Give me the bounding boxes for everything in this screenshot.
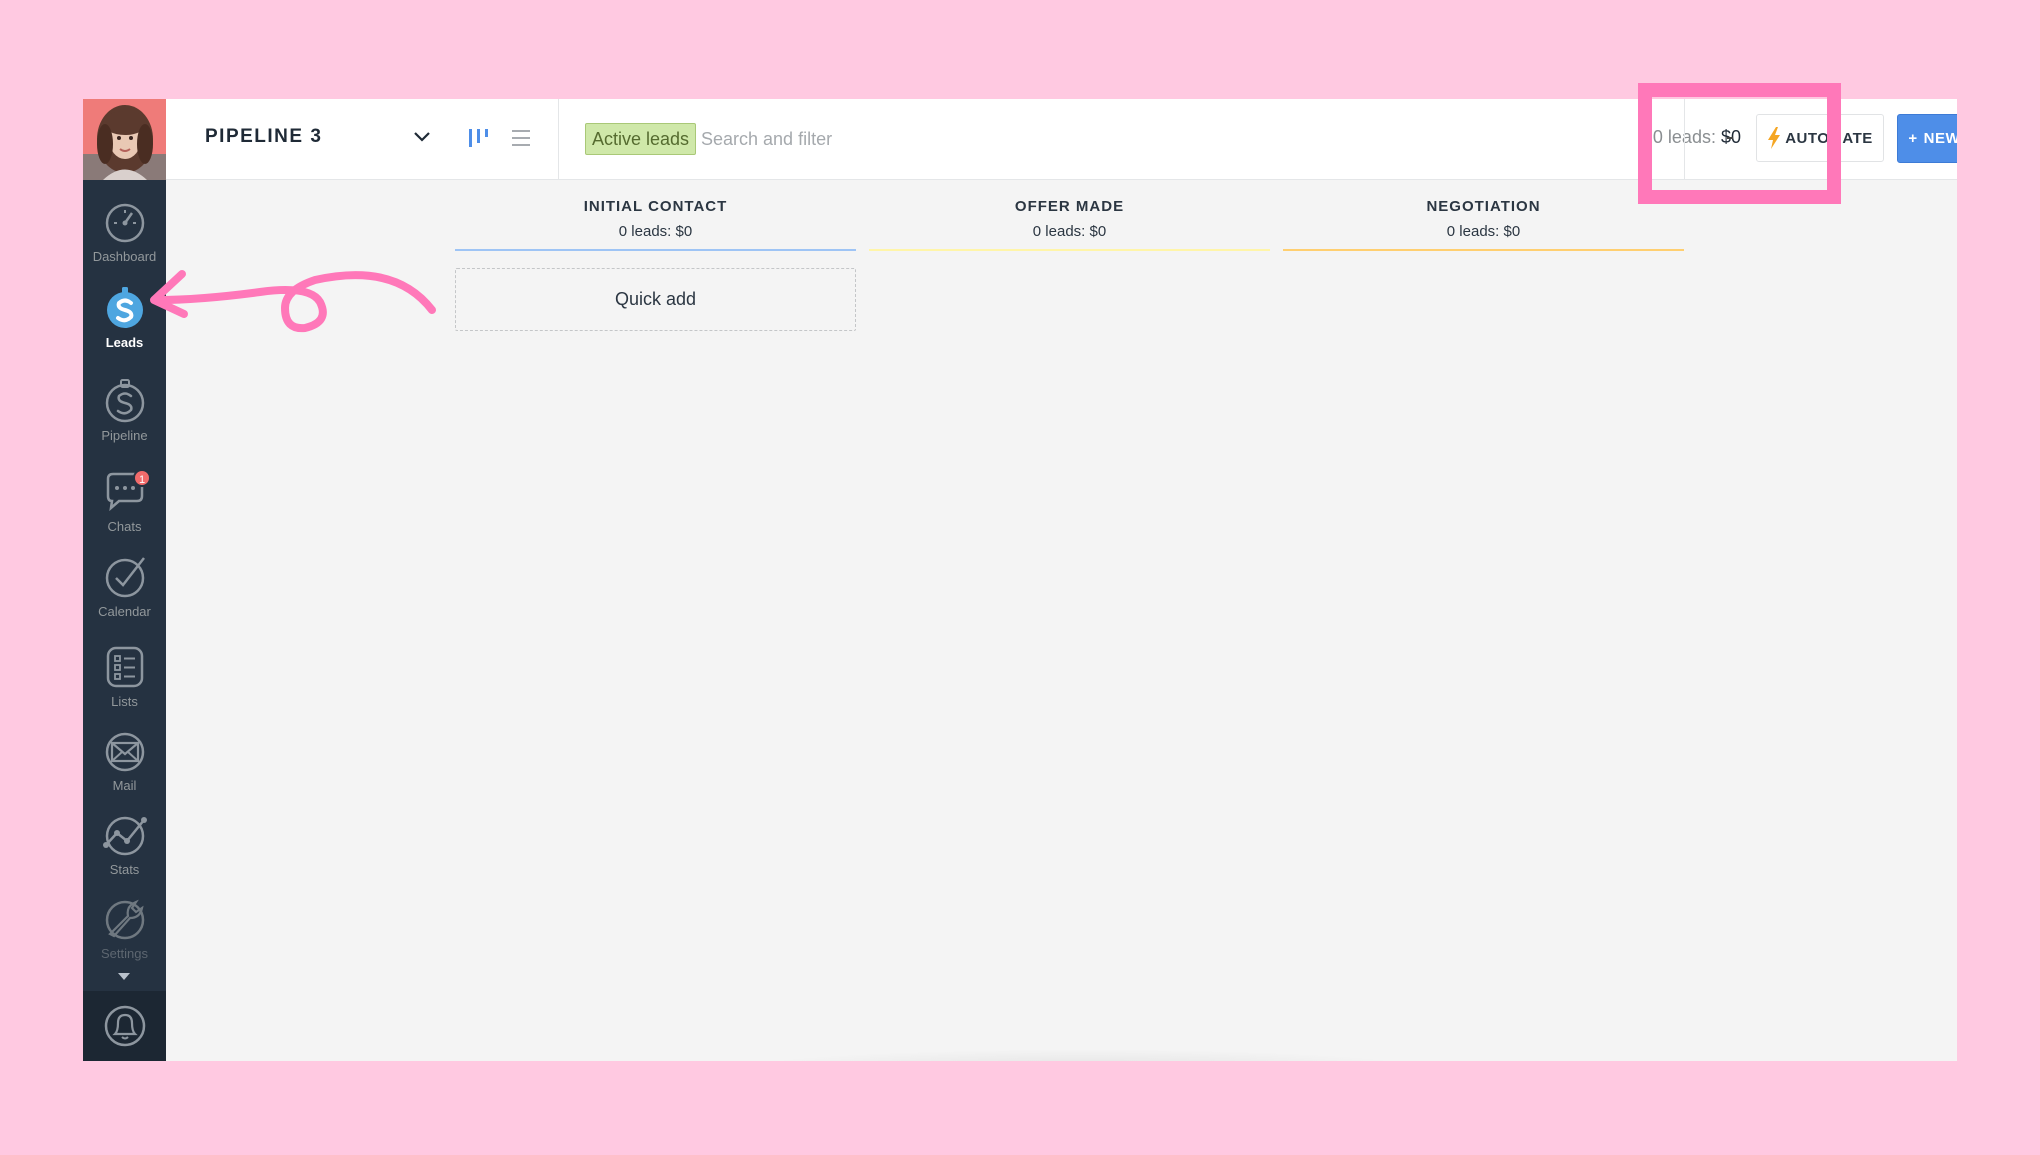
filter-tag-active-leads[interactable]: Active leads (585, 123, 697, 155)
quick-add-button[interactable]: Quick add (455, 268, 856, 331)
column-color-bar (455, 249, 856, 251)
sidebar-item-pipeline[interactable]: Pipeline (83, 378, 166, 443)
dollar-outline-icon (105, 379, 144, 423)
list-icon (106, 646, 143, 688)
column-summary: 0 leads: $0 (1032, 223, 1107, 240)
stats-icon (102, 816, 147, 856)
sidebar-item-label: Pipeline (101, 428, 148, 443)
column-negotiation: NEGOTIATION 0 leads: $0 (1283, 198, 1684, 251)
speedometer-icon (105, 203, 144, 243)
avatar[interactable] (83, 99, 166, 180)
mail-icon (105, 732, 144, 772)
bottom-shadow (733, 1049, 1433, 1061)
sidebar-item-label: Chats (107, 519, 142, 534)
list-view-icon[interactable] (510, 127, 532, 149)
column-summary: 0 leads: $0 (1446, 223, 1521, 240)
sidebar-bottom (83, 991, 166, 1061)
column-title: INITIAL CONTACT (583, 198, 728, 215)
column-initial-contact: INITIAL CONTACT 0 leads: $0 (455, 198, 856, 251)
column-offer-made: OFFER MADE 0 leads: $0 (869, 198, 1270, 251)
checkmark-icon (105, 557, 145, 598)
search-input[interactable] (701, 121, 1201, 157)
sidebar: Dashboard Leads Pipeline 1 Chats Calenda… (83, 99, 166, 1061)
pipeline-title[interactable]: PIPELINE 3 (205, 126, 322, 148)
sidebar-item-label: Lists (111, 694, 138, 709)
bell-icon[interactable] (102, 1003, 148, 1049)
divider (558, 99, 559, 179)
sidebar-item-label: Settings (101, 946, 148, 961)
column-summary: 0 leads: $0 (618, 223, 693, 240)
sidebar-item-calendar[interactable]: Calendar (83, 554, 166, 619)
new-lead-button[interactable]: + NEW LEAD (1897, 114, 1957, 163)
sidebar-item-stats[interactable]: Stats (83, 812, 166, 877)
sidebar-item-label: Calendar (98, 604, 151, 619)
chats-badge: 1 (133, 469, 151, 487)
sidebar-item-label: Stats (109, 862, 140, 877)
wrench-icon (105, 899, 144, 940)
new-lead-label: NEW LEAD (1923, 130, 1957, 147)
app-window: Dashboard Leads Pipeline 1 Chats Calenda… (83, 99, 1957, 1061)
annotation-highlight-box (1638, 83, 1841, 204)
annotation-arrow-icon (150, 270, 436, 333)
sidebar-item-settings[interactable]: Settings (83, 896, 166, 961)
column-title: NEGOTIATION (1426, 198, 1541, 215)
column-color-bar (1283, 249, 1684, 251)
sidebar-item-lists[interactable]: Lists (83, 644, 166, 709)
sidebar-more-caret-icon[interactable] (118, 973, 130, 980)
chevron-down-icon[interactable] (412, 127, 432, 147)
column-color-bar (869, 249, 1270, 251)
sidebar-item-label: Mail (112, 778, 137, 793)
plus-icon: + (1908, 130, 1918, 147)
column-title: OFFER MADE (1014, 198, 1125, 215)
sidebar-item-mail[interactable]: Mail (83, 728, 166, 793)
kanban-view-icon[interactable] (466, 126, 490, 150)
sidebar-item-chats[interactable]: 1 Chats (83, 469, 166, 534)
